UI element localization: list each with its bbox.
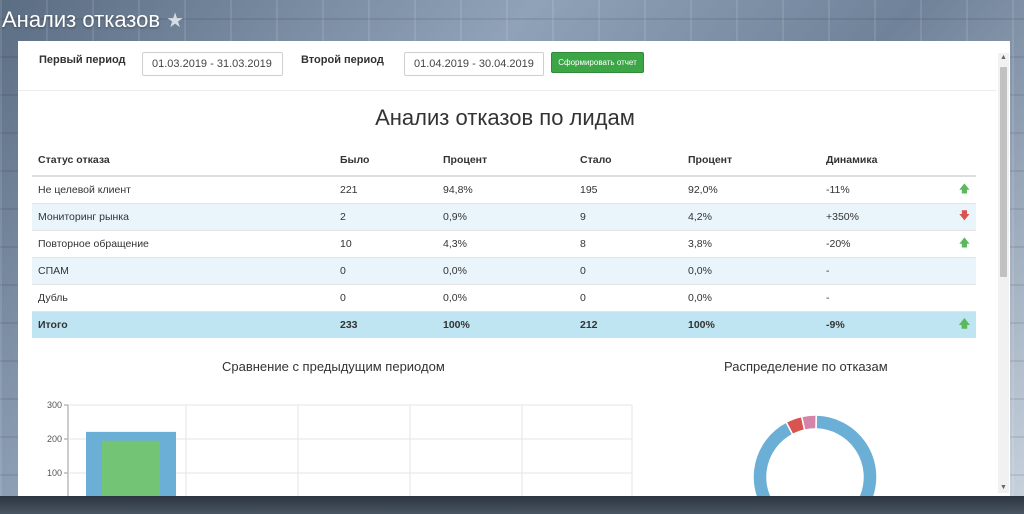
scroll-down-icon[interactable]: ▼ <box>998 483 1009 493</box>
table-cell-after: 9 <box>574 203 682 231</box>
table-cell-status: Дубль <box>32 284 334 312</box>
table-cell-dynamics: -11% <box>820 176 946 204</box>
table-cell-before: 10 <box>334 230 437 258</box>
table-cell-before-pct: 0,0% <box>437 284 574 312</box>
table-cell-after: 0 <box>574 284 682 312</box>
refusal-table: Статус отказа Было Процент Стало Процент… <box>32 145 976 338</box>
column-header: Стало <box>574 145 682 177</box>
table-cell-dynamics: -9% <box>820 311 946 338</box>
arrow-up-icon: 🡅 <box>946 176 976 204</box>
table-cell-dynamics: - <box>820 257 946 285</box>
bar-after <box>102 440 160 496</box>
table-row: Не целевой клиент 221 94,8% 195 92,0% -11% 🡅 <box>32 176 976 204</box>
filter-bar: Первый период 01.03.2019 - 31.03.2019 Вт… <box>18 41 996 91</box>
table-cell-dynamics: - <box>820 284 946 312</box>
column-header-trend <box>946 145 976 177</box>
table-cell-before-pct: 0,9% <box>437 203 574 231</box>
donut-slice <box>800 414 818 432</box>
table-cell-after: 212 <box>574 311 682 338</box>
table-cell-after-pct: 100% <box>682 311 820 338</box>
bar-chart: 100 200 300 <box>47 400 633 496</box>
table-cell-after: 0 <box>574 257 682 285</box>
table-row: Повторное обращение 10 4,3% 8 3,8% -20% 🡅 <box>32 230 976 258</box>
table-cell-after: 195 <box>574 176 682 204</box>
donut-chart-title: Распределение по отказам <box>724 359 888 374</box>
top-bar: Анализ отказов ★ <box>0 0 1024 40</box>
bar-chart-title: Сравнение с предыдущим периодом <box>222 359 445 374</box>
table-row: Мониторинг рынка 2 0,9% 9 4,2% +350% 🡇 <box>32 203 976 231</box>
table-cell-status: СПАМ <box>32 257 334 285</box>
table-cell-before: 2 <box>334 203 437 231</box>
table-cell-after-pct: 0,0% <box>682 257 820 285</box>
second-period-input[interactable]: 01.04.2019 - 30.04.2019 <box>404 52 544 76</box>
table-cell-after-pct: 3,8% <box>682 230 820 258</box>
column-header: Было <box>334 145 437 177</box>
star-icon[interactable]: ★ <box>166 8 184 33</box>
table-cell-before: 233 <box>334 311 437 338</box>
y-tick-label: 100 <box>47 468 62 478</box>
arrow-down-icon: 🡇 <box>946 203 976 231</box>
report-panel: Первый период 01.03.2019 - 31.03.2019 Вт… <box>18 41 1010 496</box>
report-title: Анализ отказов по лидам <box>375 105 635 130</box>
table-cell-before: 0 <box>334 257 437 285</box>
table-cell-before-pct: 0,0% <box>437 257 574 285</box>
table-cell-after-pct: 92,0% <box>682 176 820 204</box>
column-header: Статус отказа <box>32 145 334 177</box>
table-cell-dynamics: +350% <box>820 203 946 231</box>
column-header: Динамика <box>820 145 946 177</box>
table-row: СПАМ 0 0,0% 0 0,0% - <box>32 257 976 285</box>
vertical-scrollbar[interactable]: ▲ ▼ <box>998 53 1009 493</box>
scroll-up-icon[interactable]: ▲ <box>998 53 1009 63</box>
generate-report-button[interactable]: Сформировать отчет <box>551 52 644 73</box>
donut-chart <box>752 414 878 496</box>
table-cell-before: 221 <box>334 176 437 204</box>
first-period-label: Первый период <box>39 54 126 66</box>
table-cell-after: 8 <box>574 230 682 258</box>
scroll-thumb[interactable] <box>1000 67 1007 277</box>
y-tick-label: 300 <box>47 400 62 410</box>
table-cell-before-pct: 94,8% <box>437 176 574 204</box>
y-tick-label: 200 <box>47 434 62 444</box>
arrow-up-icon: 🡅 <box>946 230 976 258</box>
column-header: Процент <box>682 145 820 177</box>
second-period-label: Второй период <box>301 54 384 66</box>
table-total-row: Итого 233 100% 212 100% -9% 🡅 <box>32 311 976 338</box>
trend-cell <box>946 257 976 285</box>
column-header: Процент <box>437 145 574 177</box>
page-title: Анализ отказов <box>2 7 161 32</box>
table-cell-before: 0 <box>334 284 437 312</box>
taskbar-strip <box>0 496 1024 514</box>
trend-cell <box>946 284 976 312</box>
table-cell-after-pct: 4,2% <box>682 203 820 231</box>
table-cell-before-pct: 100% <box>437 311 574 338</box>
table-cell-status: Повторное обращение <box>32 230 334 258</box>
table-cell-before-pct: 4,3% <box>437 230 574 258</box>
table-cell-status: Итого <box>32 311 334 338</box>
table-row: Дубль 0 0,0% 0 0,0% - <box>32 284 976 312</box>
table-cell-status: Мониторинг рынка <box>32 203 334 231</box>
arrow-up-icon: 🡅 <box>946 311 976 338</box>
table-header-row: Статус отказа Было Процент Стало Процент… <box>32 145 976 177</box>
first-period-input[interactable]: 01.03.2019 - 31.03.2019 <box>142 52 283 76</box>
table-cell-status: Не целевой клиент <box>32 176 334 204</box>
table-cell-dynamics: -20% <box>820 230 946 258</box>
table-cell-after-pct: 0,0% <box>682 284 820 312</box>
